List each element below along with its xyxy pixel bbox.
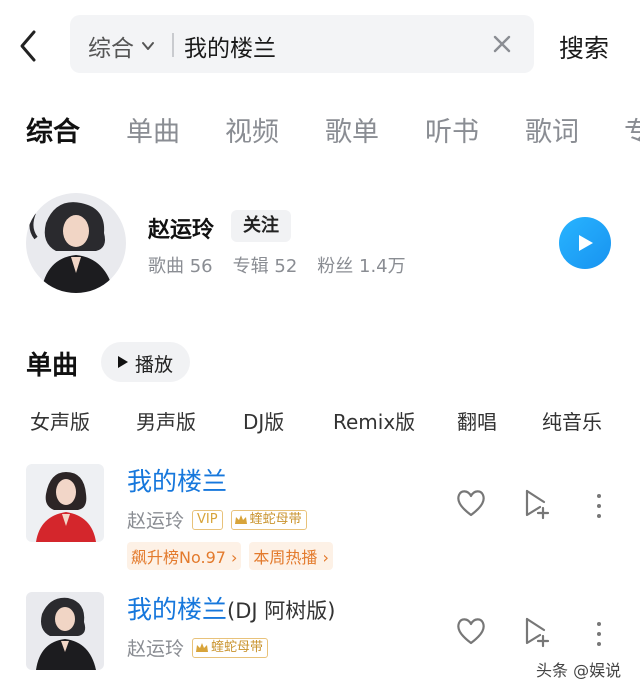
song-cover: [26, 464, 104, 542]
filter-dj[interactable]: DJ版: [243, 406, 284, 435]
play-icon: [579, 235, 593, 251]
search-box[interactable]: 综合 我的楼兰: [70, 15, 534, 73]
tab-playlists[interactable]: 歌单: [325, 110, 379, 149]
play-all-button[interactable]: 播放: [101, 342, 190, 382]
songs-section-title: 单曲: [26, 351, 79, 381]
song-row[interactable]: 我的楼兰 赵运玲 VIP 蝰蛇母带 飙升榜No.97 › 本周热播 ›: [0, 464, 640, 584]
rank-tag-label: 飙升榜No.97: [131, 548, 226, 567]
search-divider: [172, 33, 174, 57]
play-all-label: 播放: [135, 354, 174, 376]
chevron-down-icon: [142, 42, 154, 50]
quality-badge: 蝰蛇母带: [230, 509, 307, 530]
tab-videos[interactable]: 视频: [225, 110, 279, 149]
vip-badge: VIP: [192, 509, 223, 530]
rank-tag[interactable]: 本周热播 ›: [249, 542, 333, 570]
artist-card[interactable]: 赵运玲 关注 歌曲 56 专辑 52 粉丝 1.4万: [0, 188, 640, 300]
song-rank-tags: 飙升榜No.97 › 本周热播 ›: [127, 542, 333, 570]
rank-tag[interactable]: 飙升榜No.97 ›: [127, 542, 242, 570]
filter-female[interactable]: 女声版: [30, 406, 90, 435]
rank-tag-label: 本周热播: [253, 548, 318, 567]
song-singer[interactable]: 赵运玲: [127, 506, 184, 533]
play-next-icon[interactable]: [524, 616, 550, 648]
artist-fan-count: 粉丝 1.4万: [317, 256, 406, 277]
follow-button[interactable]: 关注: [231, 210, 291, 242]
filter-instrumental[interactable]: 纯音乐: [542, 406, 602, 435]
quality-badge-label: 蝰蛇母带: [211, 639, 264, 655]
clear-icon[interactable]: [490, 32, 514, 56]
crown-icon: [234, 514, 247, 524]
more-icon[interactable]: [596, 622, 602, 648]
song-cover-image: [26, 464, 104, 542]
tab-albums[interactable]: 专: [624, 110, 640, 149]
filter-remix[interactable]: Remix版: [333, 406, 415, 435]
heart-icon[interactable]: [455, 488, 487, 518]
search-button[interactable]: 搜索: [559, 29, 609, 65]
song-meta: 赵运玲 VIP 蝰蛇母带: [127, 506, 307, 533]
song-title-text: 我的楼兰: [127, 595, 228, 624]
tab-songs[interactable]: 单曲: [126, 110, 180, 149]
artist-stats: 歌曲 56 专辑 52 粉丝 1.4万: [148, 252, 406, 278]
filter-cover[interactable]: 翻唱: [457, 406, 497, 435]
search-header: 综合 我的楼兰 搜索: [0, 0, 640, 92]
song-cover-image: [26, 592, 104, 670]
artist-avatar[interactable]: [26, 193, 126, 293]
search-input[interactable]: 我的楼兰: [184, 29, 484, 63]
song-meta: 赵运玲 蝰蛇母带: [127, 634, 269, 661]
crown-icon: [196, 642, 209, 652]
song-title[interactable]: 我的楼兰: [127, 462, 227, 498]
heart-icon[interactable]: [455, 616, 487, 646]
tab-lyrics[interactable]: 歌词: [525, 110, 579, 149]
quality-badge: 蝰蛇母带: [192, 637, 269, 658]
watermark: 头条 @娱说: [536, 661, 622, 680]
artist-album-count: 专辑 52: [232, 256, 298, 277]
more-icon[interactable]: [596, 494, 602, 520]
play-icon: [118, 356, 128, 368]
song-title[interactable]: 我的楼兰(DJ 阿树版): [127, 590, 335, 626]
song-singer[interactable]: 赵运玲: [127, 634, 184, 661]
back-arrow-icon[interactable]: [14, 26, 44, 66]
tab-all[interactable]: 综合: [26, 110, 80, 149]
version-filters: 女声版 男声版 DJ版 Remix版 翻唱 纯音乐: [0, 404, 640, 438]
artist-name[interactable]: 赵运玲: [148, 212, 214, 244]
filter-male[interactable]: 男声版: [136, 406, 196, 435]
play-next-icon[interactable]: [524, 488, 550, 520]
song-cover: [26, 592, 104, 670]
tab-audiobooks[interactable]: 听书: [425, 110, 479, 149]
artist-portrait-image: [26, 193, 126, 293]
artist-song-count: 歌曲 56: [148, 256, 213, 277]
song-title-text: 我的楼兰: [127, 467, 228, 496]
search-scope-label: 综合: [88, 36, 134, 62]
category-tabs: 综合 单曲 视频 歌单 听书 歌词 专: [0, 102, 640, 152]
quality-badge-label: 蝰蛇母带: [249, 511, 302, 527]
search-scope-dropdown[interactable]: 综合: [88, 29, 156, 63]
song-version-suffix: (DJ 阿树版): [227, 599, 336, 623]
artist-play-button[interactable]: [559, 217, 611, 269]
